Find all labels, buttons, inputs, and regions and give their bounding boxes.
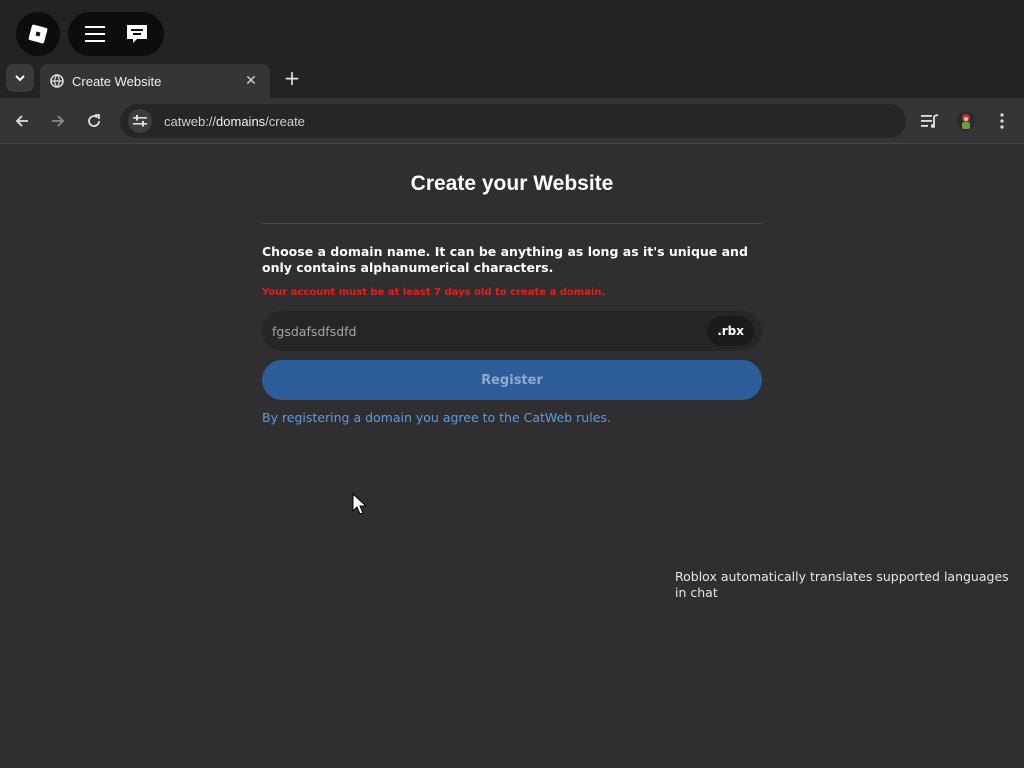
arrow-left-icon (15, 115, 28, 127)
forward-button[interactable] (46, 109, 70, 133)
catweb-rules-link[interactable]: By registering a domain you agree to the… (262, 410, 611, 425)
profile-avatar-icon[interactable] (954, 109, 978, 133)
kebab-menu-icon[interactable] (990, 109, 1014, 133)
roblox-controls-pill (68, 12, 164, 56)
domain-input[interactable] (272, 323, 708, 339)
tab-create-website[interactable]: Create Website ✕ (40, 64, 270, 98)
translate-notice: Roblox automatically translates supporte… (675, 569, 1009, 600)
mouse-cursor-icon (352, 493, 368, 515)
reload-button[interactable] (82, 109, 106, 133)
domain-instructions: Choose a domain name. It can be anything… (262, 244, 748, 275)
chat-icon[interactable] (119, 16, 155, 52)
tab-title: Create Website (72, 73, 162, 89)
register-button[interactable]: Register (262, 360, 762, 400)
close-tab-icon[interactable]: ✕ (242, 72, 260, 90)
page-content: Create your Website Choose a domain name… (0, 145, 1024, 768)
address-bar[interactable]: catweb://domains/create (120, 104, 906, 138)
domain-input-wrapper: .rbx (262, 311, 762, 351)
new-tab-button[interactable]: + (280, 66, 304, 90)
page-title: Create your Website (410, 172, 614, 195)
divider (262, 223, 762, 224)
roblox-menu-button[interactable] (16, 12, 60, 56)
tld-badge: .rbx (707, 316, 754, 346)
roblox-logo-icon (28, 24, 48, 44)
arrow-right-icon (52, 115, 65, 127)
browser-toolbar: catweb://domains/create (0, 98, 1024, 144)
url-text: catweb://domains/create (164, 113, 305, 129)
tab-strip: Create Website ✕ + (0, 60, 1024, 98)
error-message: Your account must be at least 7 days old… (262, 287, 606, 298)
site-settings-icon[interactable] (128, 109, 152, 133)
chevron-down-icon (15, 75, 25, 82)
media-controls-icon[interactable] (918, 109, 942, 133)
hamburger-menu-icon[interactable] (77, 16, 113, 52)
roblox-topbar (0, 0, 1024, 60)
globe-icon (50, 74, 64, 88)
reload-icon (88, 114, 100, 127)
tab-search-button[interactable] (6, 64, 34, 92)
back-button[interactable] (10, 109, 34, 133)
